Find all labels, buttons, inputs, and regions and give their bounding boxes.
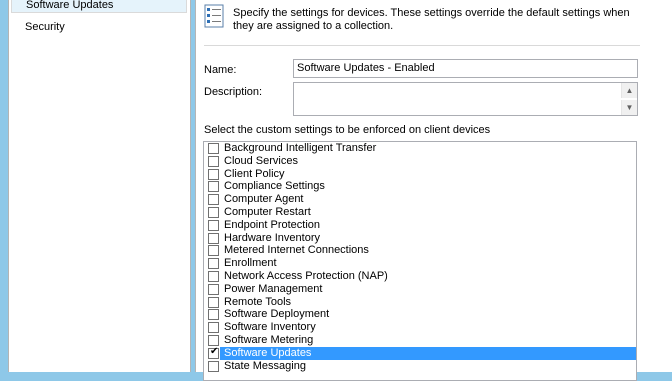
list-item[interactable]: Compliance Settings [204, 180, 636, 193]
checkbox[interactable] [208, 322, 219, 334]
scroll-down-arrow-icon[interactable]: ▼ [621, 100, 637, 115]
list-item-label: Software Metering [224, 333, 314, 346]
list-item[interactable]: Computer Agent [204, 193, 636, 206]
checkbox[interactable] [208, 206, 219, 218]
description-label: Description: [204, 86, 263, 98]
list-item[interactable]: Cloud Services [204, 155, 636, 168]
checkbox[interactable] [208, 168, 219, 180]
list-item[interactable]: Software Metering [204, 334, 636, 347]
list-item[interactable]: Metered Internet Connections [204, 244, 636, 257]
checkbox[interactable] [208, 283, 219, 295]
list-item[interactable]: Endpoint Protection [204, 219, 636, 232]
list-item[interactable]: Remote Tools [204, 296, 636, 309]
checkbox[interactable] [208, 232, 219, 244]
list-item-label: Compliance Settings [224, 180, 325, 193]
name-field[interactable]: Software Updates - Enabled [293, 59, 638, 78]
list-item[interactable]: Power Management [204, 283, 636, 296]
list-item[interactable]: ✔ Software Updates [204, 345, 636, 360]
list-item[interactable]: Enrollment [204, 257, 636, 270]
checkbox[interactable] [208, 360, 219, 372]
nav-item-software-updates[interactable]: Software Updates [11, 0, 187, 13]
checkbox[interactable]: ✔ [208, 345, 219, 359]
list-item-label: Software Deployment [224, 308, 330, 321]
custom-settings-list[interactable]: Background Intelligent Transfer Cloud Ser… [203, 141, 637, 381]
list-item-label: Software Inventory [224, 321, 316, 334]
list-item[interactable]: Client Policy [204, 168, 636, 181]
checkbox[interactable] [208, 296, 219, 308]
settings-list-icon [204, 4, 226, 28]
checkbox[interactable] [208, 334, 219, 346]
checkbox[interactable] [208, 194, 219, 206]
settings-pane: Specify the settings for devices. These … [195, 0, 672, 381]
header-description: Specify the settings for devices. These … [233, 7, 630, 32]
checkbox[interactable] [208, 181, 219, 193]
list-item-label: Software Updates [222, 346, 314, 360]
list-item-label: Computer Agent [224, 193, 304, 206]
checkbox[interactable] [208, 309, 219, 321]
list-item-label: Client Policy [224, 167, 285, 180]
checkbox[interactable] [208, 270, 219, 282]
list-item-label: Endpoint Protection [224, 218, 321, 231]
list-item[interactable]: Computer Restart [204, 206, 636, 219]
checkbox[interactable] [208, 219, 219, 231]
checkbox[interactable] [208, 258, 219, 270]
list-item-label: Computer Restart [224, 205, 311, 218]
list-item-label: Background Intelligent Transfer [224, 142, 377, 154]
list-item[interactable]: Software Inventory [204, 321, 636, 334]
description-field[interactable]: ▲ ▼ [293, 82, 638, 116]
list-item-label: Metered Internet Connections [224, 244, 369, 257]
header-separator [204, 45, 640, 46]
list-item[interactable]: Background Intelligent Transfer [204, 142, 636, 155]
list-item-label: Remote Tools [224, 295, 292, 308]
list-item-label: Enrollment [224, 257, 277, 270]
list-item[interactable]: Software Deployment [204, 308, 636, 321]
list-item[interactable]: Network Access Protection (NAP) [204, 270, 636, 283]
list-item[interactable]: State Messaging [204, 360, 636, 373]
custom-settings-label: Select the custom settings to be enforce… [204, 124, 491, 136]
list-item-label: Power Management [224, 282, 323, 295]
list-item-label: Network Access Protection (NAP) [224, 269, 388, 282]
nav-item-security[interactable]: Security [11, 18, 187, 36]
checkbox[interactable] [208, 155, 219, 167]
checkmark-icon: ✔ [210, 345, 219, 357]
list-item-label: Cloud Services [224, 154, 298, 167]
list-item-label: State Messaging [224, 359, 306, 372]
checkbox[interactable] [208, 143, 219, 154]
list-item-label: Hardware Inventory [224, 231, 320, 244]
name-label: Name: [204, 64, 237, 76]
checkbox[interactable] [208, 245, 219, 257]
list-item[interactable]: Hardware Inventory [204, 232, 636, 245]
navigation-pane: Software Updates Security [8, 0, 191, 372]
settings-list-items: Background Intelligent Transfer Cloud Ser… [204, 142, 636, 372]
scroll-up-arrow-icon[interactable]: ▲ [621, 83, 637, 98]
